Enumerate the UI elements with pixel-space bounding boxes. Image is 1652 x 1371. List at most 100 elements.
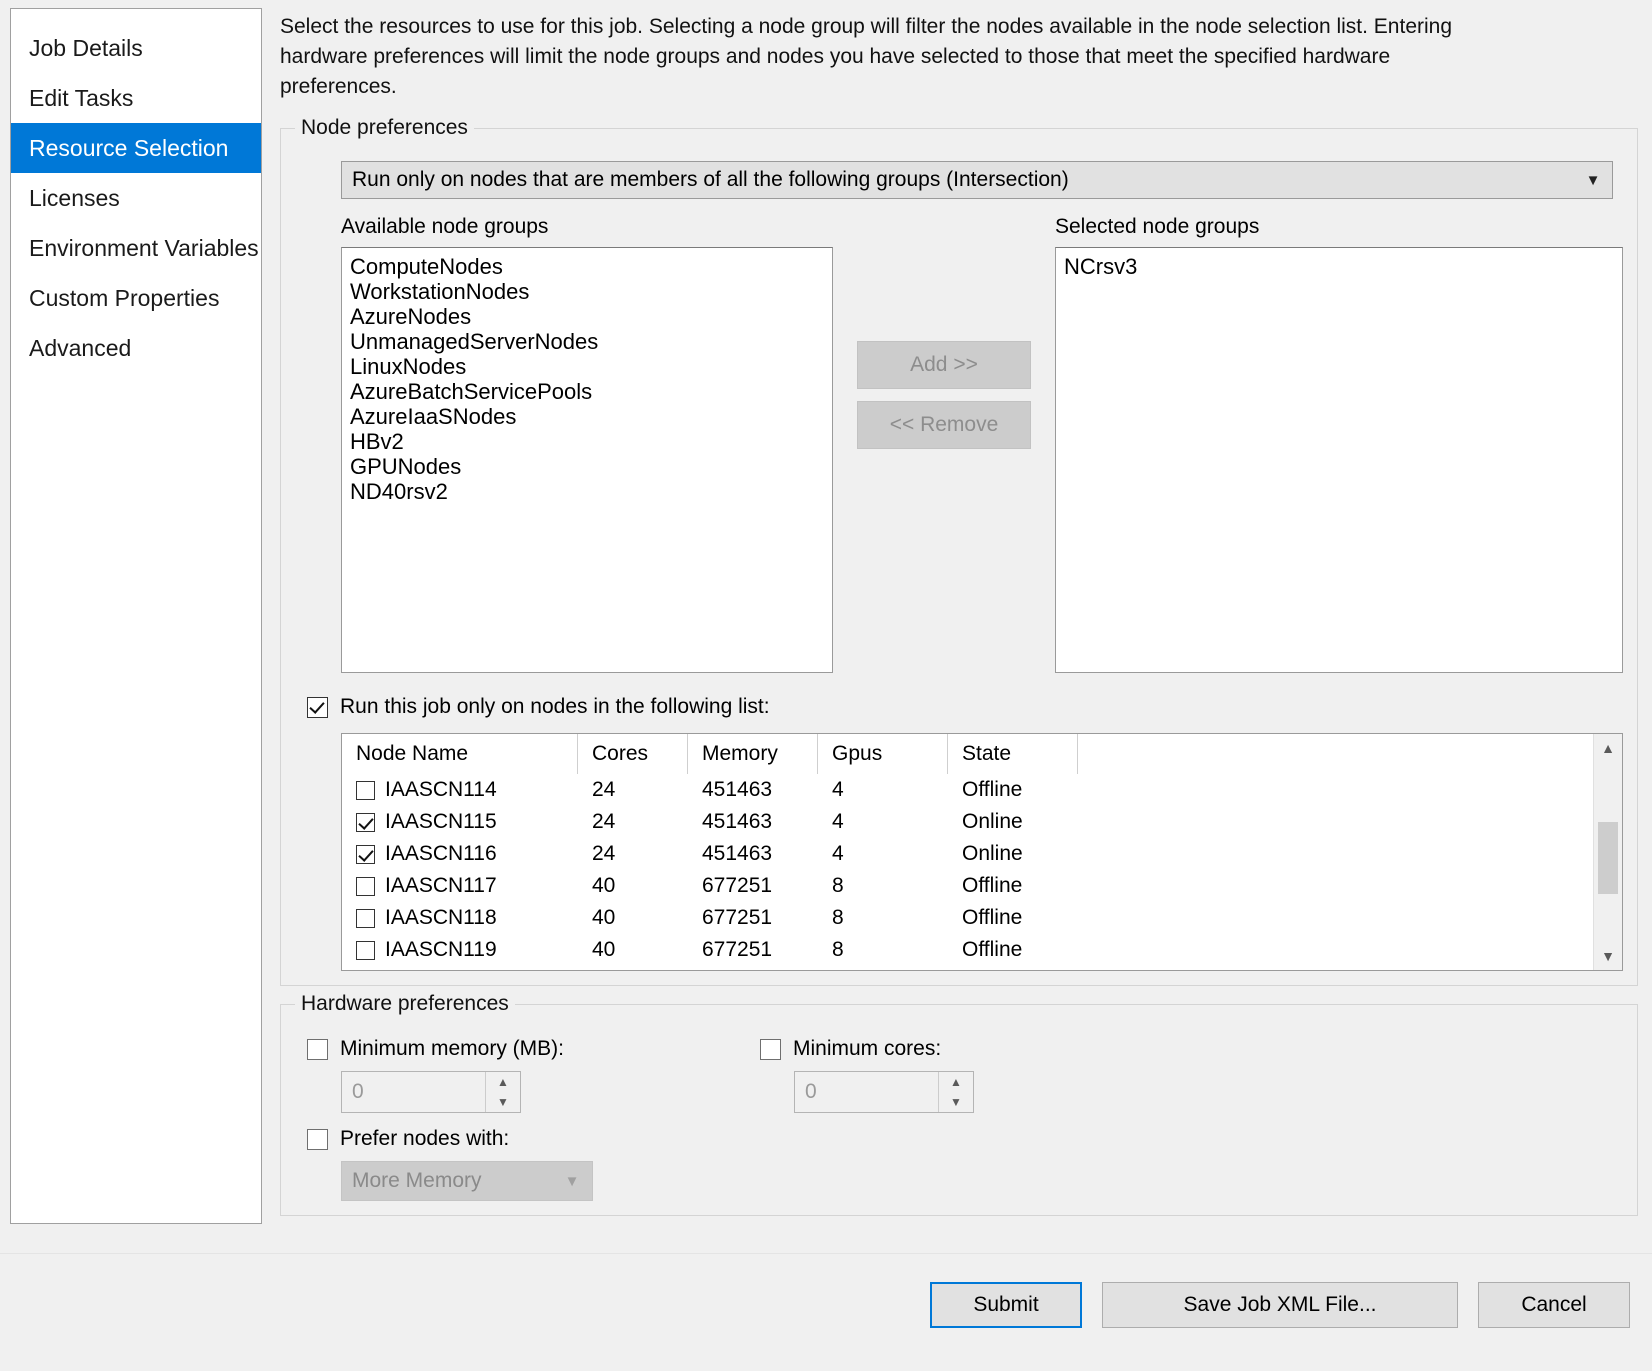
node-row-checkbox[interactable]	[356, 780, 375, 800]
remove-button[interactable]: << Remove	[857, 401, 1031, 449]
column-header-memory[interactable]: Memory	[688, 734, 818, 774]
table-row[interactable]: IAASCN117 40 677251 8 Offline	[342, 870, 1593, 902]
table-row[interactable]: IAASCN114 24 451463 4 Offline	[342, 774, 1593, 806]
list-item[interactable]: ComputeNodes	[350, 254, 832, 279]
cancel-button[interactable]: Cancel	[1478, 1282, 1630, 1328]
list-item[interactable]: HBv2	[350, 429, 832, 454]
list-item[interactable]: NCrsv3	[1064, 254, 1622, 279]
sidebar-item-licenses[interactable]: Licenses	[11, 173, 261, 223]
node-table-scrollbar[interactable]: ▲ ▼	[1593, 734, 1622, 970]
node-row-checkbox[interactable]	[356, 844, 375, 864]
intro-text: Select the resources to use for this job…	[280, 15, 1453, 98]
selected-groups-label: Selected node groups	[1055, 215, 1260, 238]
table-row[interactable]: IAASCN118 40 677251 8 Offline	[342, 902, 1593, 934]
memory-cell: 677251	[702, 874, 773, 897]
table-row[interactable]: IAASCN119 40 677251 8 Offline	[342, 934, 1593, 966]
table-row[interactable]: IAASCN116 24 451463 4 Online	[342, 838, 1593, 870]
stepper-down-icon[interactable]: ▼	[486, 1092, 520, 1112]
node-row-checkbox[interactable]	[356, 908, 375, 928]
node-row-checkbox[interactable]	[356, 940, 375, 960]
node-row-checkbox[interactable]	[356, 876, 375, 896]
state-cell: Online	[962, 810, 1023, 833]
scrollbar-thumb[interactable]	[1598, 822, 1618, 894]
column-header-spacer	[1078, 734, 1593, 774]
gpus-cell: 8	[832, 874, 844, 897]
column-header-state[interactable]: State	[948, 734, 1078, 774]
node-table-header: Node Name Cores Memory Gpus State	[342, 734, 1593, 774]
list-item[interactable]: GPUNodes	[350, 454, 832, 479]
selected-groups-listbox[interactable]: NCrsv3	[1055, 247, 1623, 673]
save-job-xml-button[interactable]: Save Job XML File...	[1102, 1282, 1458, 1328]
stepper-arrows[interactable]: ▲ ▼	[485, 1072, 520, 1112]
dialog-footer: Submit Save Job XML File... Cancel	[0, 1253, 1652, 1371]
stepper-arrows[interactable]: ▲ ▼	[938, 1072, 973, 1112]
sidebar-item-resource-selection[interactable]: Resource Selection	[11, 123, 261, 173]
cores-cell: 40	[592, 874, 616, 897]
minimum-memory-checkbox-row[interactable]: Minimum memory (MB):	[307, 1037, 564, 1061]
submit-button[interactable]: Submit	[930, 1282, 1082, 1328]
hardware-preferences-title: Hardware preferences	[295, 992, 515, 1016]
available-groups-listbox[interactable]: ComputeNodes WorkstationNodes AzureNodes…	[341, 247, 833, 673]
sidebar-item-job-details[interactable]: Job Details	[11, 23, 261, 73]
footer-buttons: Submit Save Job XML File... Cancel	[930, 1282, 1630, 1328]
minimum-cores-stepper[interactable]: 0 ▲ ▼	[794, 1071, 974, 1113]
gpus-cell: 8	[832, 938, 844, 961]
gpus-cell: 4	[832, 810, 844, 833]
minimum-memory-stepper[interactable]: 0 ▲ ▼	[341, 1071, 521, 1113]
column-header-cores[interactable]: Cores	[578, 734, 688, 774]
node-name-cell[interactable]: IAASCN118	[342, 902, 578, 934]
add-button[interactable]: Add >>	[857, 341, 1031, 389]
memory-cell: 677251	[702, 938, 773, 961]
minimum-cores-checkbox-row[interactable]: Minimum cores:	[760, 1037, 974, 1061]
node-name-text: IAASCN118	[385, 906, 497, 929]
node-row-checkbox[interactable]	[356, 812, 375, 832]
node-name-cell[interactable]: IAASCN115	[342, 806, 578, 838]
state-cell: Offline	[962, 874, 1023, 897]
list-item[interactable]: LinuxNodes	[350, 354, 832, 379]
run-only-on-nodes-checkbox-row[interactable]: Run this job only on nodes in the follow…	[307, 695, 1623, 719]
sidebar-item-environment-variables[interactable]: Environment Variables	[11, 223, 261, 273]
prefer-nodes-combobox[interactable]: More Memory ▼	[341, 1161, 593, 1201]
sidebar-item-advanced[interactable]: Advanced	[11, 323, 261, 373]
chevron-down-icon[interactable]: ▼	[1594, 942, 1622, 970]
list-item[interactable]: AzureBatchServicePools	[350, 379, 832, 404]
table-row[interactable]: IAASCN115 24 451463 4 Online	[342, 806, 1593, 838]
list-item[interactable]: ND40rsv2	[350, 479, 832, 504]
minimum-cores-checkbox[interactable]	[760, 1038, 781, 1060]
gpus-cell: 8	[832, 906, 844, 929]
minimum-cores-label: Minimum cores:	[793, 1037, 942, 1060]
minimum-memory-value[interactable]: 0	[342, 1080, 485, 1104]
node-name-cell[interactable]: IAASCN116	[342, 838, 578, 870]
list-item[interactable]: WorkstationNodes	[350, 279, 832, 304]
transfer-buttons: Add >> << Remove	[833, 215, 1055, 673]
chevron-up-icon[interactable]: ▲	[1594, 734, 1622, 762]
node-preferences-group: Node preferences Run only on nodes that …	[280, 116, 1638, 986]
minimum-memory-block: Minimum memory (MB): 0 ▲ ▼	[295, 1033, 564, 1113]
sidebar-item-custom-properties[interactable]: Custom Properties	[11, 273, 261, 323]
node-name-cell[interactable]: IAASCN114	[342, 774, 578, 806]
list-item[interactable]: UnmanagedServerNodes	[350, 329, 832, 354]
column-header-node-name[interactable]: Node Name	[342, 734, 578, 774]
node-name-text: IAASCN117	[385, 874, 497, 897]
chevron-down-icon: ▼	[564, 1172, 580, 1190]
node-mode-combobox[interactable]: Run only on nodes that are members of al…	[341, 161, 1613, 199]
node-name-cell[interactable]: IAASCN117	[342, 870, 578, 902]
memory-cell: 451463	[702, 778, 773, 801]
list-item[interactable]: AzureNodes	[350, 304, 832, 329]
run-only-on-nodes-checkbox[interactable]	[307, 696, 328, 718]
minimum-memory-label: Minimum memory (MB):	[340, 1037, 564, 1060]
stepper-up-icon[interactable]: ▲	[486, 1072, 520, 1092]
node-name-cell[interactable]: IAASCN119	[342, 934, 578, 966]
sidebar-item-edit-tasks[interactable]: Edit Tasks	[11, 73, 261, 123]
minimum-memory-checkbox[interactable]	[307, 1038, 328, 1060]
resource-selection-dialog: Job Details Edit Tasks Resource Selectio…	[0, 0, 1652, 1371]
prefer-nodes-checkbox-row[interactable]: Prefer nodes with:	[307, 1127, 1623, 1151]
prefer-nodes-checkbox[interactable]	[307, 1128, 328, 1150]
list-item[interactable]: AzureIaaSNodes	[350, 404, 832, 429]
stepper-down-icon[interactable]: ▼	[939, 1092, 973, 1112]
prefer-nodes-label: Prefer nodes with:	[340, 1127, 510, 1150]
minimum-cores-value[interactable]: 0	[795, 1080, 938, 1104]
column-header-gpus[interactable]: Gpus	[818, 734, 948, 774]
stepper-up-icon[interactable]: ▲	[939, 1072, 973, 1092]
run-only-on-nodes-label: Run this job only on nodes in the follow…	[340, 695, 770, 718]
